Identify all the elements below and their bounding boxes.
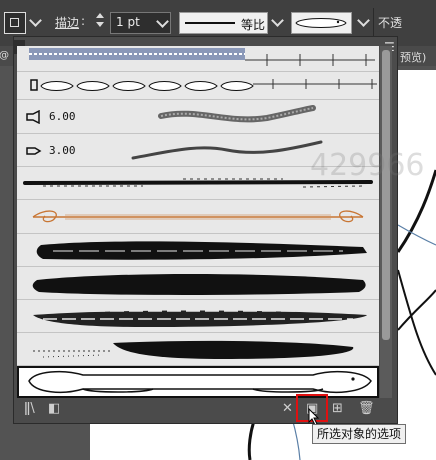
watermark-text: 429966 [310, 148, 425, 183]
variable-width-profile[interactable]: 等比 [179, 12, 268, 34]
brush-size-label: 3.00 [49, 144, 76, 157]
brush-stroke-preview [33, 340, 354, 359]
brush-stroke-preview [131, 140, 323, 160]
decrement-icon[interactable] [96, 22, 104, 27]
chevron-down-icon[interactable] [271, 14, 284, 27]
scrollbar-thumb[interactable] [382, 50, 390, 340]
stroke-swatch[interactable] [4, 12, 26, 34]
brush-stroke-preview [33, 310, 367, 327]
pattern-brush-preview [29, 48, 245, 60]
libraries-panel-icon[interactable]: ◧ [48, 401, 60, 416]
panel-footer: ǁ\ ◧ ✕ ▣ ⊞ 🗑 [14, 398, 397, 422]
profile-label: 等比 [241, 18, 266, 32]
opacity-label[interactable]: 不透 [378, 14, 402, 31]
chevron-down-icon[interactable] [29, 14, 42, 27]
new-brush-icon[interactable]: ⊞ [332, 401, 343, 416]
brush-stroke-preview [32, 274, 366, 295]
list-item[interactable] [17, 234, 379, 267]
chevron-down-icon[interactable] [357, 14, 370, 27]
pattern-brush-preview [30, 79, 377, 91]
profile-line [185, 22, 235, 24]
list-item[interactable] [17, 300, 379, 333]
list-item[interactable] [17, 267, 379, 300]
stroke-weight-stepper[interactable] [96, 13, 104, 27]
stroke-weight-value[interactable]: 1 pt [116, 15, 140, 29]
brush-stroke-preview [36, 241, 368, 260]
stroke-label[interactable]: 描边 [55, 14, 79, 31]
ruler-ticks [245, 54, 375, 66]
stroke-weight-field[interactable]: 1 pt [110, 12, 171, 34]
brush-size-label: 6.00 [49, 110, 76, 123]
list-item[interactable] [17, 200, 379, 234]
brush-list: 6.00 3.00 [17, 46, 379, 398]
at-sign-icon: @ [0, 50, 9, 61]
tooltip: 所选对象的选项 [312, 424, 407, 444]
delete-brush-icon[interactable]: 🗑 [358, 401, 375, 416]
stroke-square-icon [10, 18, 19, 27]
divider [373, 8, 374, 38]
document-tab-label[interactable]: 预览) [400, 49, 426, 65]
increment-icon[interactable] [96, 13, 104, 18]
remove-brush-stroke-icon[interactable]: ✕ [282, 401, 293, 416]
art-brush-preview [28, 370, 372, 394]
calligraphic-brush-icon [26, 147, 42, 155]
list-item[interactable]: 6.00 [17, 100, 379, 134]
list-item[interactable] [17, 72, 379, 100]
brush-definition[interactable] [291, 12, 352, 34]
brush-preview-icon [295, 18, 347, 28]
art-brush-preview [32, 210, 364, 223]
brush-libraries-icon[interactable]: ǁ\ [24, 401, 35, 416]
chevron-down-icon[interactable] [156, 15, 169, 28]
stroke-colon: : [81, 14, 86, 28]
brush-stroke-preview [158, 105, 316, 123]
calligraphic-brush-icon [26, 110, 40, 124]
list-item[interactable] [17, 333, 379, 366]
list-item[interactable] [17, 46, 379, 72]
